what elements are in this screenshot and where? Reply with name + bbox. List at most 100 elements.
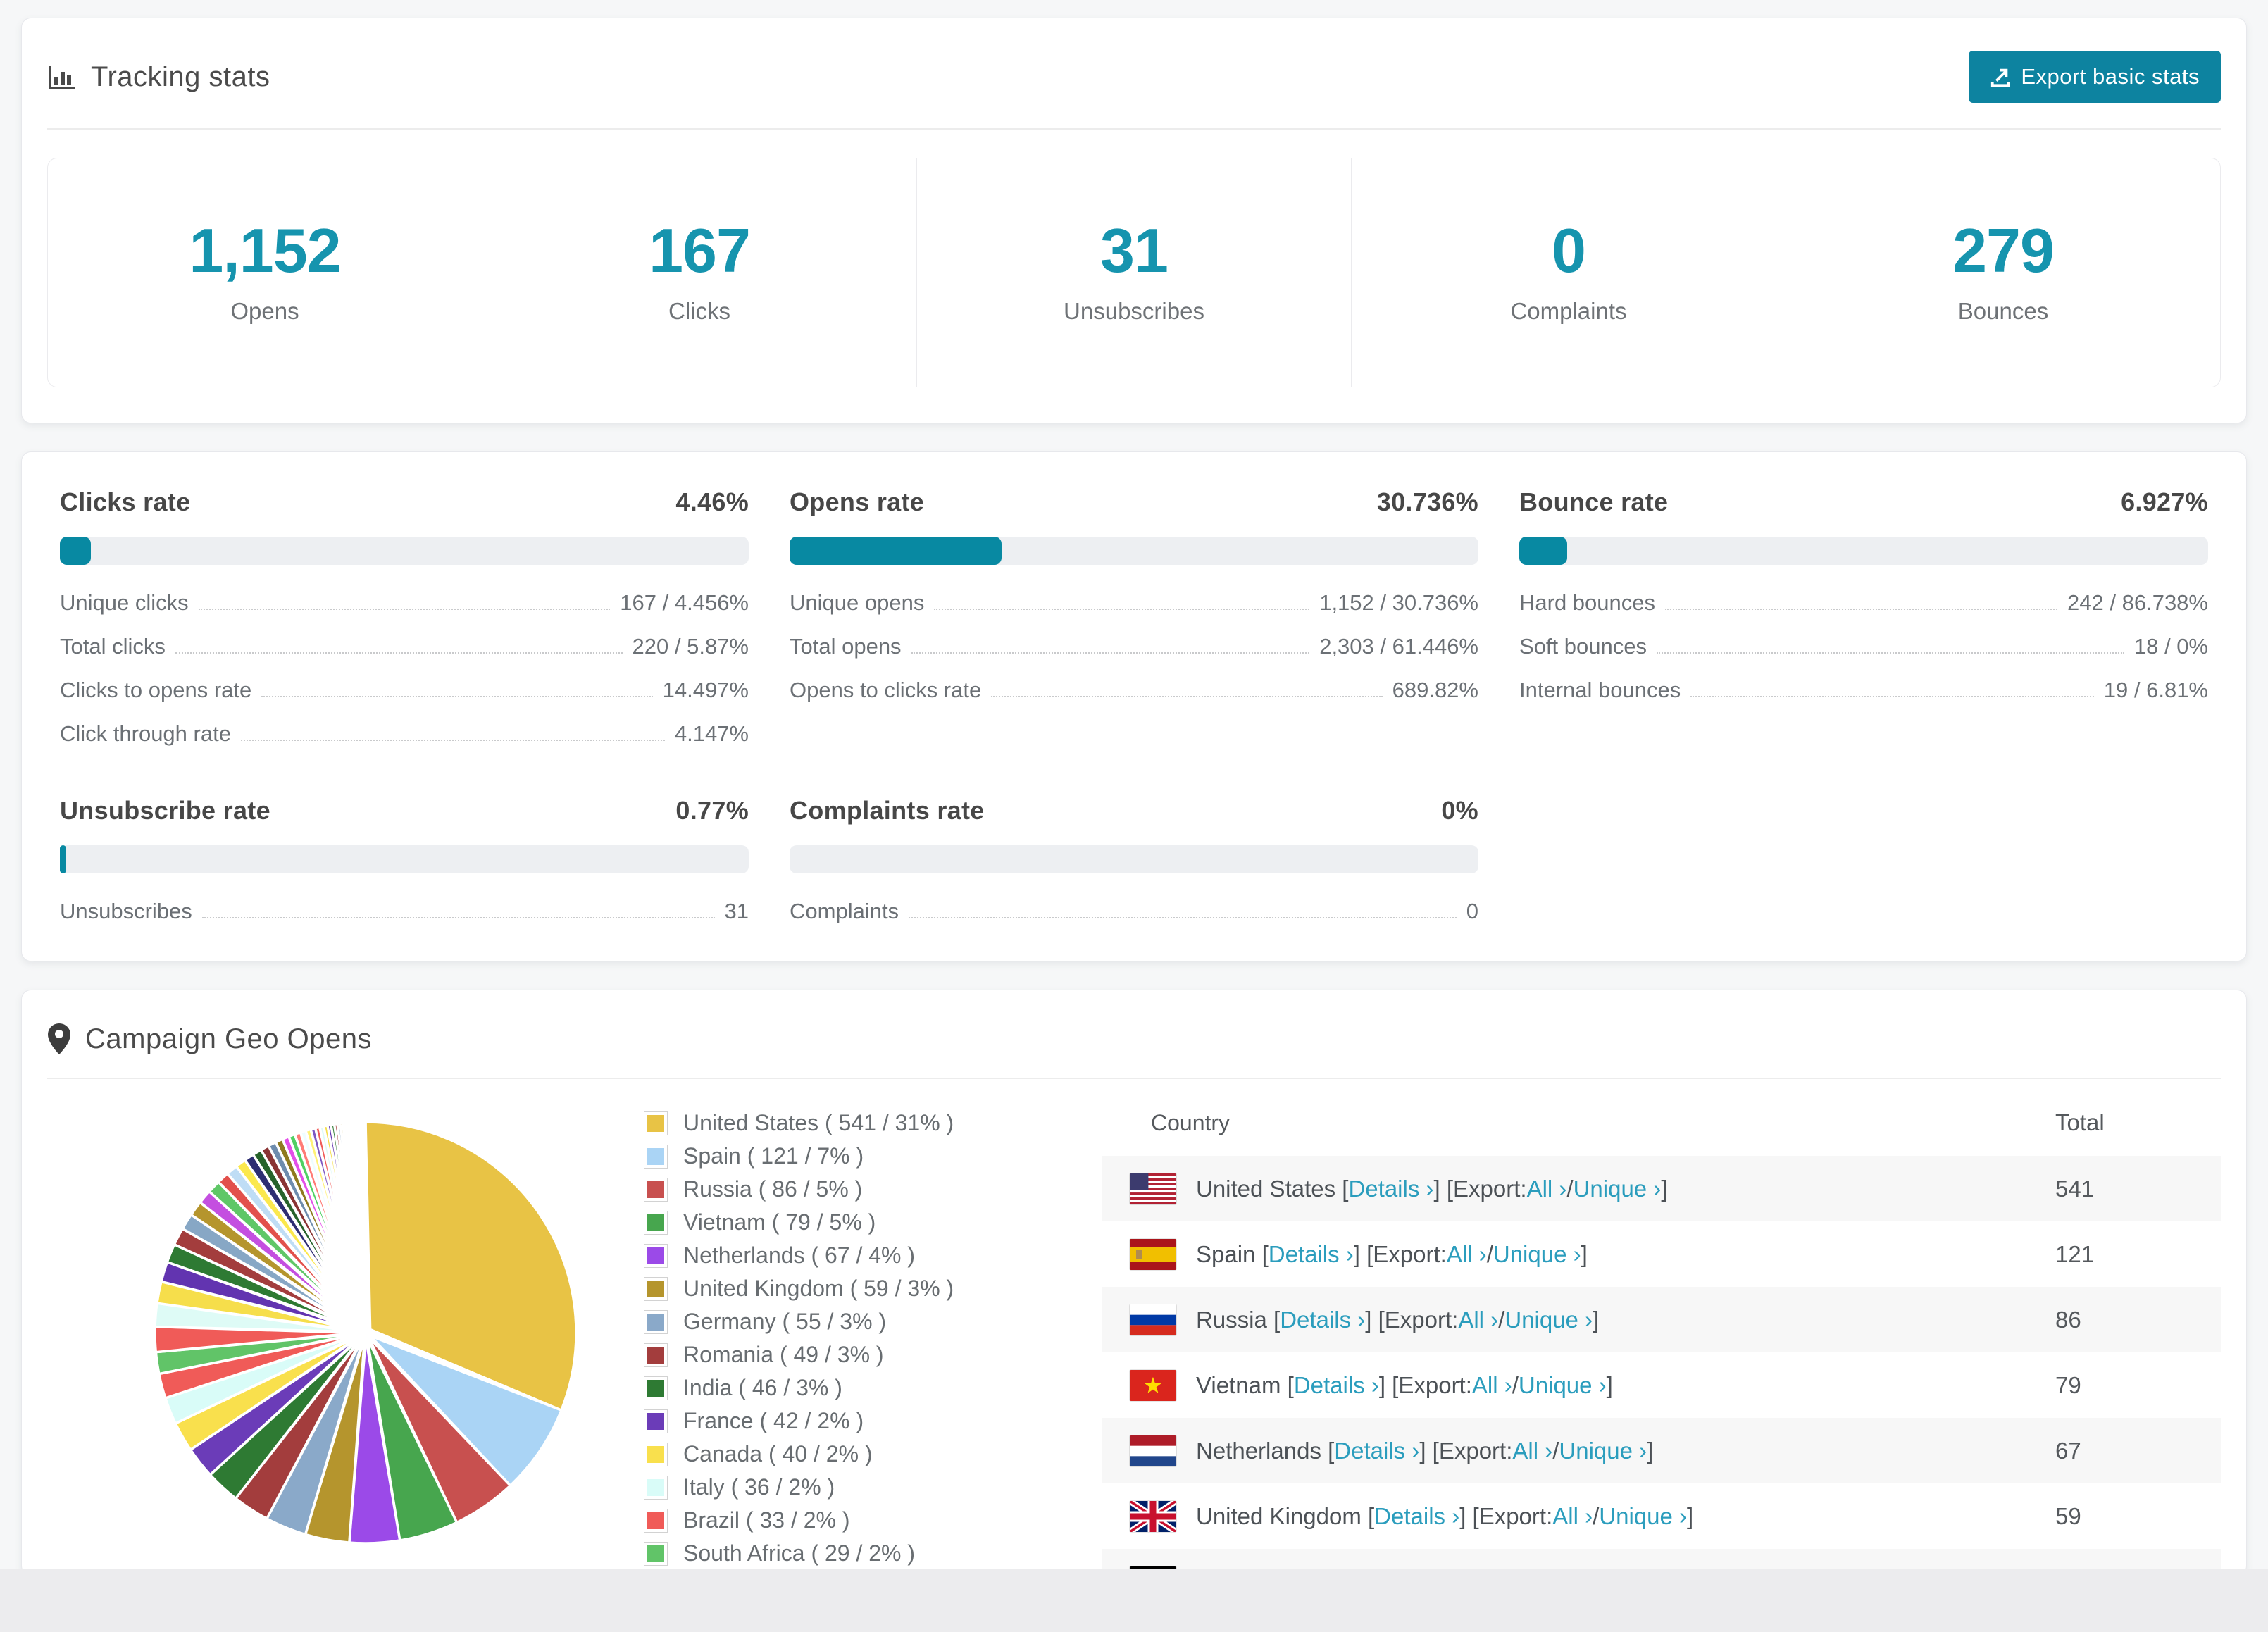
country-cell: ★ Vietnam [Details ›] [Export: All › / Un…	[1102, 1369, 2055, 1401]
legend-item: India ( 46 / 3% )	[644, 1375, 1073, 1401]
svg-text:★: ★	[1143, 1372, 1164, 1399]
table-row: Spain [Details ›] [Export: All › / Uniqu…	[1102, 1221, 2221, 1287]
legend-label: France ( 42 / 2% )	[683, 1408, 864, 1433]
slash-text: /	[1486, 1240, 1493, 1267]
details-link[interactable]: Details ›	[1269, 1241, 1354, 1268]
legend-label: Germany ( 55 / 3% )	[683, 1309, 887, 1334]
rate-detail-row: Opens to clicks rate 689.82%	[790, 678, 1478, 703]
summary-cell-unsubscribes: 31 Unsubscribes	[916, 158, 1351, 387]
details-link[interactable]: Details ›	[1334, 1438, 1419, 1464]
export-all-link[interactable]: All ›	[1447, 1241, 1487, 1268]
export-unique-link[interactable]: Unique ›	[1504, 1307, 1593, 1333]
rate-block-clicks-rate: Clicks rate 4.46% Unique clicks 167 / 4.456…	[60, 487, 749, 747]
details-link[interactable]: Details ›	[1280, 1307, 1365, 1333]
rate-detail-label: Internal bounces	[1519, 678, 1681, 702]
bracket-text: ] [Export:	[1459, 1502, 1553, 1529]
country-cell: United Kingdom [Details ›] [Export: All …	[1102, 1500, 2055, 1532]
bracket-text: ]	[1661, 1175, 1668, 1202]
export-basic-stats-button[interactable]: Export basic stats	[1969, 51, 2221, 103]
bracket-text: ]	[1581, 1240, 1588, 1267]
export-unique-link[interactable]: Unique ›	[1519, 1372, 1607, 1399]
details-link[interactable]: Details ›	[1294, 1372, 1379, 1399]
rate-detail-value: 0	[1466, 899, 1478, 923]
legend-item: South Africa ( 29 / 2% )	[644, 1540, 1073, 1566]
slash-text: /	[1512, 1371, 1519, 1398]
legend-label: Romania ( 49 / 3% )	[683, 1342, 884, 1367]
export-unique-link[interactable]: Unique ›	[1559, 1438, 1647, 1464]
legend-swatch-color	[647, 1445, 664, 1463]
rate-progress-bar	[60, 537, 749, 565]
details-link[interactable]: Details ›	[1374, 1503, 1459, 1530]
geo-table: Country Total United States [Details ›] …	[1102, 1088, 2221, 1575]
geo-table-header-row: Country Total	[1102, 1088, 2221, 1156]
export-all-link[interactable]: All ›	[1458, 1307, 1498, 1333]
legend-label: India ( 46 / 3% )	[683, 1375, 842, 1400]
export-unique-link[interactable]: Unique ›	[1493, 1241, 1581, 1268]
rate-title-row: Opens rate 30.736%	[790, 487, 1478, 517]
legend-swatch-color	[647, 1412, 664, 1430]
legend-swatch	[644, 1276, 668, 1301]
rate-detail-row: Complaints 0	[790, 899, 1478, 924]
total-value: 121	[2055, 1240, 2095, 1267]
slash-text: /	[1593, 1502, 1600, 1529]
legend-swatch	[644, 1144, 668, 1169]
legend-swatch-color	[647, 1147, 664, 1165]
export-all-link[interactable]: All ›	[1552, 1503, 1593, 1530]
export-all-link[interactable]: All ›	[1512, 1438, 1552, 1464]
slash-text: /	[1552, 1437, 1559, 1464]
summary-label: Unsubscribes	[1064, 298, 1204, 324]
legend-swatch	[644, 1409, 668, 1433]
legend-item: United Kingdom ( 59 / 3% )	[644, 1276, 1073, 1302]
map-pin-icon	[47, 1023, 71, 1055]
country-name: United States	[1196, 1175, 1336, 1202]
legend-swatch	[644, 1475, 668, 1500]
export-all-link[interactable]: All ›	[1527, 1176, 1567, 1202]
rate-detail-value: 242 / 86.738%	[2067, 590, 2208, 615]
summary-label: Opens	[230, 298, 299, 324]
export-all-link[interactable]: All ›	[1472, 1372, 1512, 1399]
details-link[interactable]: Details ›	[1348, 1176, 1433, 1202]
summary-cell-complaints: 0 Complaints	[1351, 158, 1786, 387]
summary-stats-strip: 1,152 Opens 167 Clicks 31 Unsubscribes 0 Compla…	[47, 158, 2221, 387]
legend-swatch-color	[647, 1346, 664, 1364]
rate-detail-label: Clicks to opens rate	[60, 678, 252, 702]
tracking-stats-header: Tracking stats Export basic stats	[22, 18, 2246, 128]
rate-value: 4.46%	[675, 487, 749, 516]
table-row: Russia [Details ›] [Export: All › / Uniq…	[1102, 1287, 2221, 1352]
flag-es-icon	[1130, 1238, 1176, 1270]
rate-detail-label: Click through rate	[60, 721, 231, 746]
slash-text: /	[1498, 1306, 1505, 1333]
rate-detail-row: Hard bounces 242 / 86.738%	[1519, 590, 2208, 616]
rate-block-complaints-rate: Complaints rate 0% Complaints 0	[790, 796, 1478, 924]
export-unique-link[interactable]: Unique ›	[1574, 1176, 1662, 1202]
bracket-text: ] [Export:	[1353, 1240, 1447, 1267]
table-row: Netherlands [Details ›] [Export: All › /…	[1102, 1418, 2221, 1483]
rate-progress-bar	[60, 845, 749, 873]
legend-swatch	[644, 1541, 668, 1566]
rate-title-row: Clicks rate 4.46%	[60, 487, 749, 517]
page-footer-band	[0, 1569, 2268, 1632]
legend-label: Canada ( 40 / 2% )	[683, 1441, 873, 1466]
rate-title: Opens rate	[790, 487, 925, 516]
dotted-leader	[909, 917, 1457, 918]
rate-detail-label: Opens to clicks rate	[790, 678, 982, 702]
rate-detail-row: Click through rate 4.147%	[60, 721, 749, 747]
bracket-text: ]	[1687, 1502, 1694, 1529]
country-name: Netherlands	[1196, 1437, 1321, 1464]
legend-swatch-color	[647, 1114, 664, 1132]
rates-card: Clicks rate 4.46% Unique clicks 167 / 4.456…	[21, 451, 2247, 961]
export-unique-link[interactable]: Unique ›	[1599, 1503, 1687, 1530]
legend-swatch-color	[647, 1512, 664, 1529]
rate-detail-value: 18 / 0%	[2133, 634, 2208, 659]
dotted-leader	[991, 696, 1383, 697]
rate-progress-bar	[790, 845, 1478, 873]
total-value: 79	[2055, 1371, 2081, 1398]
dotted-leader	[198, 609, 611, 610]
legend-label: South Africa ( 29 / 2% )	[683, 1540, 916, 1566]
rate-detail-row: Total opens 2,303 / 61.446%	[790, 634, 1478, 659]
pie-slice[interactable]	[363, 1121, 367, 1237]
rate-detail-row: Unsubscribes 31	[60, 899, 749, 924]
rate-progress-fill	[60, 845, 66, 873]
bracket-text: ]	[1593, 1306, 1600, 1333]
legend-swatch	[644, 1210, 668, 1235]
